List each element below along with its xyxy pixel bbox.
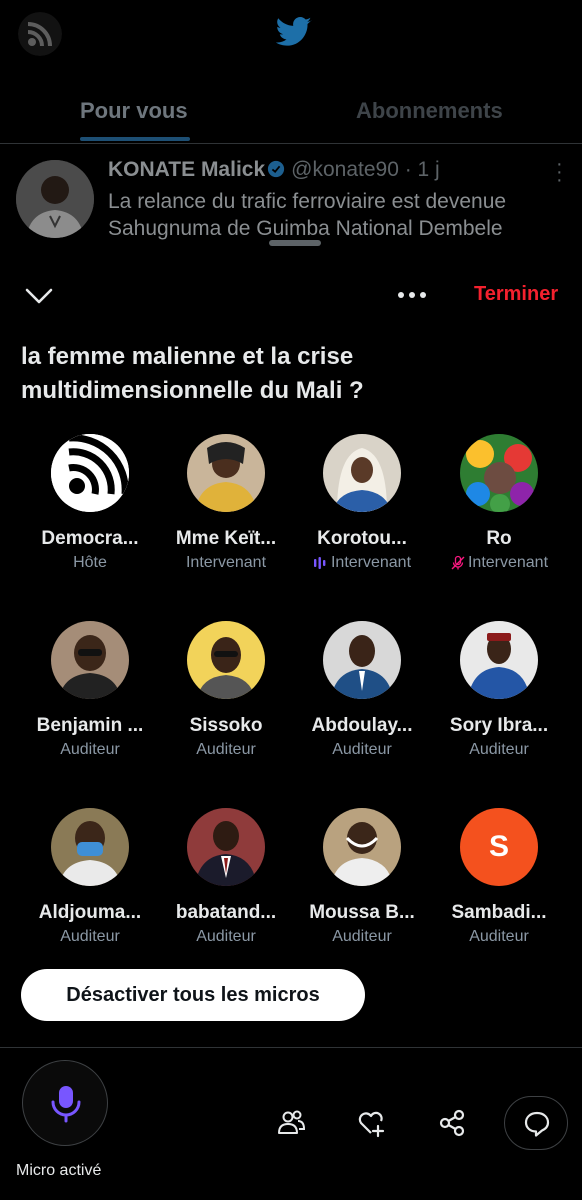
tweet-author-name[interactable]: KONATE Malick (108, 158, 265, 181)
timeline-tabs: Pour vous Abonnements (0, 86, 582, 144)
tweet-text-line: Sahugnuma de Guimba National Dembele (108, 217, 503, 240)
avatar (323, 621, 401, 699)
participant-role: Auditeur (296, 928, 428, 946)
chevron-down-icon[interactable] (24, 286, 54, 306)
profile-avatar[interactable] (18, 12, 62, 56)
participant-name: Sambadi... (451, 902, 547, 923)
tab-abonnements[interactable]: Abonnements (356, 98, 503, 124)
participant-role: Intervenant (296, 554, 428, 572)
role-label: Intervenant (467, 554, 549, 571)
participant-name: Korotou... (317, 528, 407, 549)
participant-name: Moussa B... (309, 902, 415, 923)
participant-role: Hôte (24, 554, 156, 572)
twitter-bird-icon (276, 17, 312, 46)
participant[interactable]: Sissoko Auditeur (160, 621, 292, 759)
tweet-author-avatar[interactable] (16, 160, 94, 238)
role-label: Intervenant (330, 554, 412, 571)
participant[interactable]: Sory Ibra... Auditeur (433, 621, 565, 759)
tab-pour-vous[interactable]: Pour vous (80, 98, 188, 124)
mute-all-button[interactable]: Désactiver tous les micros (21, 969, 365, 1021)
microphone-icon (51, 1086, 81, 1123)
avatar (460, 434, 538, 512)
participant[interactable]: Benjamin ... Auditeur (24, 621, 156, 759)
participant-role: Auditeur (160, 928, 292, 946)
share-icon[interactable] (437, 1108, 467, 1138)
role-label: Auditeur (60, 928, 120, 945)
participant-role: Auditeur (296, 741, 428, 759)
space-sheet: Terminer la femme malienne et la crise m… (0, 256, 582, 1200)
role-label: Auditeur (469, 928, 529, 945)
avatar (51, 621, 129, 699)
avatar (51, 434, 129, 512)
participant-name: Ro (486, 528, 512, 549)
mic-muted-icon (451, 555, 465, 570)
participant-name: Benjamin ... (36, 715, 144, 736)
tweet-handle: @konate90 · 1 j (291, 158, 440, 181)
participant-name: Sissoko (189, 715, 263, 736)
more-options-icon[interactable] (398, 292, 426, 298)
avatar (323, 808, 401, 886)
participant-role: Intervenant (433, 554, 565, 572)
end-space-button[interactable]: Terminer (474, 283, 558, 306)
participant[interactable]: Mme Keït... Intervenant (160, 434, 292, 572)
tweet[interactable]: KONATE Malick @konate90 · 1 j · · · La rela… (0, 146, 582, 242)
active-tab-indicator (80, 137, 190, 141)
mic-status-label: Micro activé (16, 1162, 102, 1179)
participant-name: Sory Ibra... (449, 715, 549, 736)
participant-name: Abdoulay... (311, 715, 413, 736)
space-title: la femme malienne et la crise multidimen… (21, 343, 364, 404)
participant[interactable]: Aldjouma... Auditeur (24, 808, 156, 946)
tweet-header: KONATE Malick @konate90 · 1 j (108, 158, 440, 182)
comment-button[interactable] (504, 1096, 568, 1150)
speaking-icon (313, 557, 326, 569)
role-label: Auditeur (469, 741, 529, 758)
participant-name: Democra... (41, 528, 139, 549)
participant[interactable]: Abdoulay... Auditeur (296, 621, 428, 759)
sheet-drag-handle[interactable] (269, 240, 321, 246)
tweet-text: La relance du trafic ferroviaire est dev… (108, 188, 578, 242)
participant-role: Auditeur (24, 928, 156, 946)
role-label: Hôte (73, 554, 107, 571)
avatar (187, 434, 265, 512)
verified-badge-icon (268, 160, 285, 178)
more-options-icon[interactable]: · · · (556, 154, 563, 190)
role-label: Intervenant (185, 554, 267, 571)
space-controls: Micro activé (0, 1047, 582, 1200)
participant-role: Auditeur (433, 928, 565, 946)
participant[interactable]: Moussa B... Auditeur (296, 808, 428, 946)
participant-role: Auditeur (24, 741, 156, 759)
participant-role: Intervenant (160, 554, 292, 572)
participant-name: babatand... (175, 902, 277, 923)
top-bar (0, 0, 582, 70)
role-label: Auditeur (332, 741, 392, 758)
participant-name: Mme Keït... (175, 528, 277, 549)
role-label: Auditeur (60, 741, 120, 758)
participant[interactable]: Democra... Hôte (24, 434, 156, 572)
mic-toggle-button[interactable] (22, 1060, 108, 1146)
tweet-text-line: La relance du trafic ferroviaire est dev… (108, 190, 507, 213)
avatar (51, 808, 129, 886)
chat-bubble-icon (524, 1111, 550, 1137)
participant-role: Auditeur (433, 741, 565, 759)
avatar: S (460, 808, 538, 886)
role-label: Auditeur (196, 928, 256, 945)
participants-icon[interactable] (276, 1108, 306, 1138)
participant-name: Aldjouma... (38, 902, 142, 923)
participant[interactable]: Korotou... Intervenant (296, 434, 428, 572)
participant-role: Auditeur (160, 741, 292, 759)
heart-plus-icon[interactable] (356, 1108, 386, 1138)
avatar (187, 808, 265, 886)
role-label: Auditeur (332, 928, 392, 945)
participant[interactable]: S Sambadi... Auditeur (433, 808, 565, 946)
avatar (187, 621, 265, 699)
role-label: Auditeur (196, 741, 256, 758)
avatar (323, 434, 401, 512)
participant[interactable]: babatand... Auditeur (160, 808, 292, 946)
participant[interactable]: Ro Intervenant (433, 434, 565, 572)
avatar (460, 621, 538, 699)
